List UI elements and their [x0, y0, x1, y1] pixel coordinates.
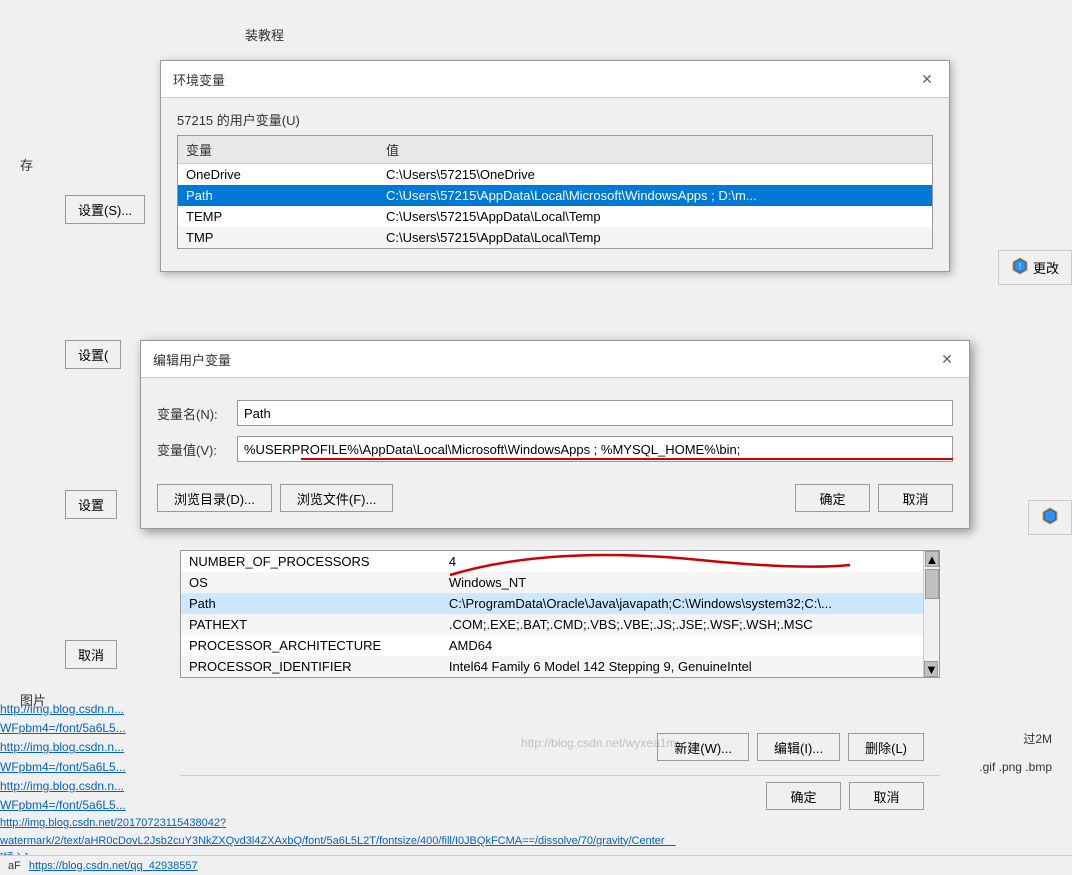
settings-btn-3[interactable]: 设置 [65, 490, 117, 519]
browse-dir-btn[interactable]: 浏览目录(D)... [157, 484, 272, 512]
user-vars-title: 57215 的用户变量(U) [177, 110, 933, 129]
user-var-value: C:\Users\57215\AppData\Local\Microsoft\W… [378, 185, 932, 206]
user-var-name: Path [178, 185, 378, 206]
browse-file-btn[interactable]: 浏览文件(F)... [280, 484, 393, 512]
sys-var-value: C:\ProgramData\Oracle\Java\javapath;C:\W… [441, 593, 939, 614]
sys-var-row[interactable]: OSWindows_NT [181, 572, 939, 593]
env-dialog-titlebar: 环境变量 ✕ [161, 61, 949, 98]
settings-btn-2[interactable]: 设置( [65, 340, 121, 369]
user-var-value: C:\Users\57215\AppData\Local\Temp [378, 206, 932, 227]
user-var-name: OneDrive [178, 164, 378, 186]
delete-btn-sys[interactable]: 删除(L) [848, 733, 924, 761]
user-vars-table: 变量 值 OneDriveC:\Users\57215\OneDrivePath… [178, 136, 932, 248]
edit-dialog-form: 变量名(N): http://blog.csdn.net/wyxea1m 变量值… [141, 378, 969, 528]
sys-vars-buttons: 新建(W)... 编辑(I)... 删除(L) [180, 725, 940, 769]
cancel-btn-env[interactable]: 取消 [849, 782, 924, 810]
shield-icon-2 [1041, 507, 1059, 528]
right-text-1: 过2M [1023, 730, 1052, 747]
sys-var-name: NUMBER_OF_PROCESSORS [181, 551, 441, 572]
edit-dialog-title: 编辑用户变量 [153, 350, 231, 369]
sys-var-name: OS [181, 572, 441, 593]
af-label: aF [8, 860, 21, 872]
var-name-row: 变量名(N): [141, 400, 969, 426]
edit-dialog-buttons: 浏览目录(D)... 浏览文件(F)... 确定 取消 [141, 472, 969, 524]
var-value-row: 变量值(V): [141, 436, 969, 462]
user-var-name: TMP [178, 227, 378, 248]
col-header-var: 变量 [178, 136, 378, 164]
ok-btn-edit[interactable]: 确定 [795, 484, 870, 512]
sys-var-name: PROCESSOR_ARCHITECTURE [181, 635, 441, 656]
update-btn-2[interactable] [1028, 500, 1072, 535]
user-var-value: C:\Users\57215\AppData\Local\Temp [378, 227, 932, 248]
scrollbar-track[interactable]: ▲ ▼ [923, 551, 939, 677]
new-btn-sys[interactable]: 新建(W)... [657, 733, 749, 761]
sys-var-name: PROCESSOR_IDENTIFIER [181, 656, 441, 677]
save-label: 存 [20, 155, 33, 174]
edit-btn-sys[interactable]: 编辑(I)... [757, 733, 840, 761]
env-dialog-bottom-buttons: 确定 取消 [180, 775, 940, 816]
env-dialog-close[interactable]: ✕ [917, 69, 937, 89]
left-buttons: 浏览目录(D)... 浏览文件(F)... [157, 484, 393, 512]
sys-var-value: 4 [441, 551, 939, 572]
ok-btn-env[interactable]: 确定 [766, 782, 841, 810]
sys-var-name: PATHEXT [181, 614, 441, 635]
sys-var-value: AMD64 [441, 635, 939, 656]
scrollbar-down[interactable]: ▼ [924, 661, 938, 677]
sys-var-row[interactable]: PATHEXT.COM;.EXE;.BAT;.CMD;.VBS;.VBE;.JS… [181, 614, 939, 635]
settings-btn-1[interactable]: 设置(S)... [65, 195, 145, 224]
user-var-name: TEMP [178, 206, 378, 227]
bottom-bar-url[interactable]: https://blog.csdn.net/qq_42938557 [29, 860, 198, 872]
sys-var-row[interactable]: PathC:\ProgramData\Oracle\Java\javapath;… [181, 593, 939, 614]
sys-var-value: .COM;.EXE;.BAT;.CMD;.VBS;.VBE;.JS;.JSE;.… [441, 614, 939, 635]
env-dialog-content: 57215 的用户变量(U) 变量 值 OneDriveC:\Users\572… [161, 98, 949, 271]
cancel-btn-left[interactable]: 取消 [65, 640, 117, 669]
sys-var-row[interactable]: NUMBER_OF_PROCESSORS4 [181, 551, 939, 572]
update-btn[interactable]: ! 更改 [998, 250, 1072, 285]
env-variables-dialog: 环境变量 ✕ 57215 的用户变量(U) 变量 值 OneDriveC:\Us… [160, 60, 950, 272]
sys-vars-section: NUMBER_OF_PROCESSORS4OSWindows_NTPathC:\… [180, 550, 940, 678]
right-text-2: .gif .png .bmp [979, 760, 1052, 774]
bottom-bar: aF https://blog.csdn.net/qq_42938557 [0, 855, 1072, 875]
user-var-row[interactable]: PathC:\Users\57215\AppData\Local\Microso… [178, 185, 932, 206]
cancel-btn-edit[interactable]: 取消 [878, 484, 953, 512]
sys-vars-table: NUMBER_OF_PROCESSORS4OSWindows_NTPathC:\… [181, 551, 939, 677]
user-var-value: C:\Users\57215\OneDrive [378, 164, 932, 186]
edit-dialog-close[interactable]: ✕ [937, 349, 957, 369]
svg-text:!: ! [1019, 262, 1021, 271]
var-name-input[interactable] [237, 400, 953, 426]
install-tutorial-text: 装教程 [245, 25, 284, 44]
edit-dialog-titlebar: 编辑用户变量 ✕ [141, 341, 969, 378]
var-value-label: 变量值(V): [157, 440, 237, 459]
sys-var-row[interactable]: PROCESSOR_ARCHITECTUREAMD64 [181, 635, 939, 656]
user-vars-table-container: 变量 值 OneDriveC:\Users\57215\OneDrivePath… [177, 135, 933, 249]
sys-var-value: Intel64 Family 6 Model 142 Stepping 9, G… [441, 656, 939, 677]
sys-var-row[interactable]: PROCESSOR_IDENTIFIERIntel64 Family 6 Mod… [181, 656, 939, 677]
sys-var-value: Windows_NT [441, 572, 939, 593]
sys-var-name: Path [181, 593, 441, 614]
env-dialog-title: 环境变量 [173, 70, 225, 89]
right-buttons: 确定 取消 [795, 484, 953, 512]
user-var-row[interactable]: OneDriveC:\Users\57215\OneDrive [178, 164, 932, 186]
user-var-row[interactable]: TEMPC:\Users\57215\AppData\Local\Temp [178, 206, 932, 227]
shield-icon: ! [1011, 257, 1029, 278]
scrollbar-thumb[interactable] [925, 569, 939, 599]
col-header-val: 值 [378, 136, 932, 164]
scrollbar-up[interactable]: ▲ [925, 551, 939, 567]
user-var-row[interactable]: TMPC:\Users\57215\AppData\Local\Temp [178, 227, 932, 248]
update-label: 更改 [1033, 258, 1059, 277]
edit-user-variable-dialog: 编辑用户变量 ✕ 变量名(N): http://blog.csdn.net/wy… [140, 340, 970, 529]
var-name-label: 变量名(N): [157, 404, 237, 423]
var-value-input[interactable] [237, 436, 953, 462]
